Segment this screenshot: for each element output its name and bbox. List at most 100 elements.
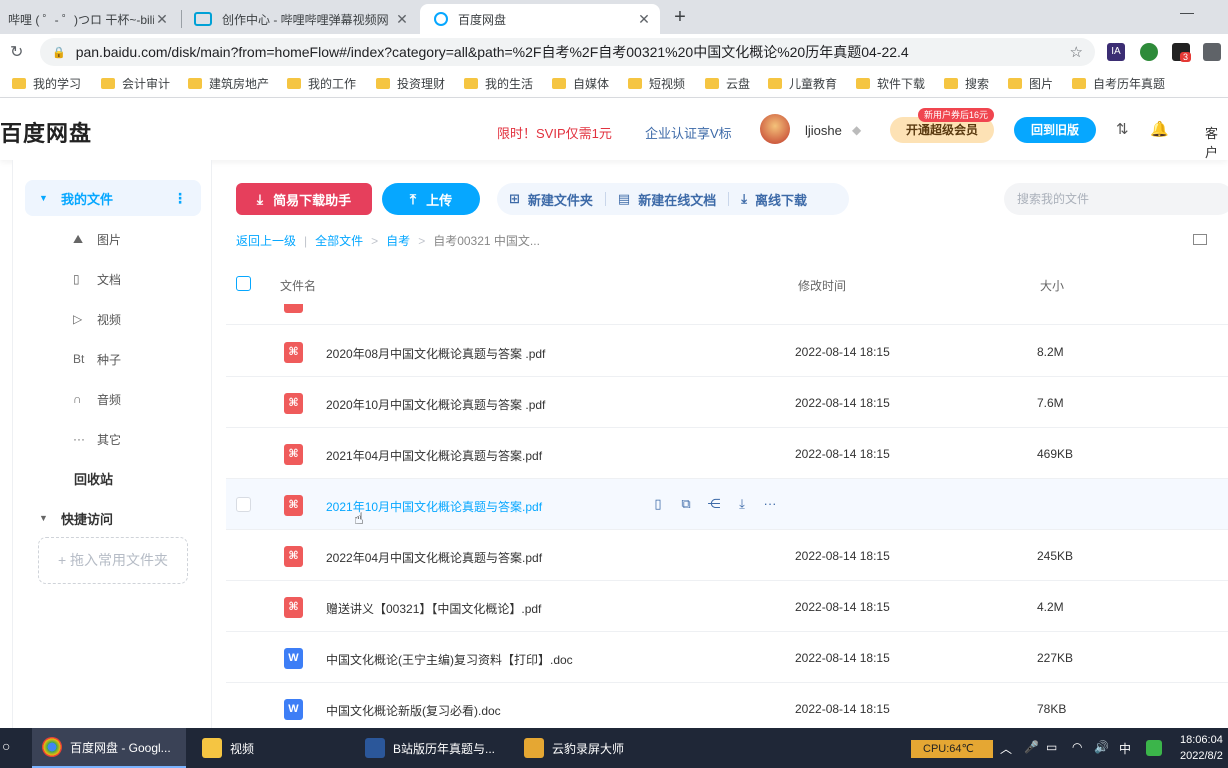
download-helper-button[interactable]: ⤓ 简易下载助手 [236,183,372,215]
new-online-doc-button[interactable]: ▤ 新建在线文档 [606,190,728,209]
share-link-icon[interactable]: ⧉ [679,496,693,512]
username[interactable]: ljioshe [805,123,842,138]
row-checkbox[interactable] [236,497,251,512]
sidebar-item-documents[interactable]: ▯ 文档 [73,269,121,289]
sidebar-item-my-files[interactable]: ▼ 我的文件 ⋮ [25,180,201,216]
grid-view-icon[interactable] [1193,234,1207,245]
bookmark-folder[interactable]: 短视频 [628,75,685,92]
drop-folder-zone[interactable]: + 拖入常用文件夹 [38,537,188,584]
sidebar-item-label: 回收站 [74,471,114,487]
column-header-size[interactable]: 大小 [1040,277,1064,294]
svip-promo-link[interactable]: 限时！SVIP仅需1元 [497,123,612,142]
extensions-puzzle-icon[interactable] [1203,43,1221,61]
file-name[interactable]: 中国文化概论(王宁主编)复习资料【打印】.doc [326,651,573,668]
bookmark-folder[interactable]: 软件下载 [856,75,925,92]
taskbar-word[interactable]: B站版历年真题与... [365,728,495,768]
search-input[interactable]: 搜索我的文件 [1004,183,1228,215]
bookmark-folder[interactable]: 自媒体 [552,75,609,92]
tab-bilibili[interactable]: 哔哩 ( ゜- ゜)つロ 干杯~-bilil ✕ [0,4,178,34]
minimize-button[interactable]: — [1180,4,1194,20]
reload-icon[interactable]: ↻ [10,42,23,62]
bookmark-folder[interactable]: 建筑房地产 [188,75,269,92]
table-row[interactable]: ⌘ 2021年10月中国文化概论真题与答案.pdf ▯ ⧉ ⋲ ⤓ ··· [226,479,1228,530]
bookmark-folder[interactable]: 我的学习 [12,75,81,92]
tab-close-icon[interactable]: ✕ [394,11,410,28]
bookmark-folder[interactable]: 搜索 [944,75,989,92]
table-row[interactable]: ⌘ 2022年04月中国文化概论真题与答案.pdf 2022-08-14 18:… [226,530,1228,581]
file-name[interactable]: 2020年10月中国文化概论真题与答案 .pdf [326,396,545,413]
file-name[interactable]: 中国文化概论新版(复习必看).doc [326,702,501,719]
bell-icon[interactable]: 🔔 [1150,120,1169,138]
bookmark-folder[interactable]: 自考历年真题 [1072,75,1165,92]
clock-date: 2022/8/2 [1180,750,1223,762]
bookmark-star-icon[interactable]: ☆ [1070,43,1083,61]
more-icon[interactable]: ··· [763,496,777,512]
sidebar-item-quick-access[interactable]: ▼ 快捷访问 [25,500,201,536]
table-row[interactable]: ⌘ 2020年08月中国文化概论真题与答案 .pdf 2022-08-14 18… [226,326,1228,377]
transfer-icon[interactable]: ⇅ [1116,120,1129,138]
file-name[interactable]: 2020年08月中国文化概论真题与答案 .pdf [326,345,545,362]
extension-ia-icon[interactable]: IA [1107,43,1125,61]
column-header-modified[interactable]: 修改时间 [798,277,846,294]
wifi-icon[interactable]: ◠ [1072,740,1082,754]
sidebar-item-images[interactable]: ⛰ 图片 [73,229,121,249]
bookmark-folder[interactable]: 我的生活 [464,75,533,92]
bookmark-folder[interactable]: 图片 [1008,75,1053,92]
taskbar-recorder[interactable]: 云豹录屏大师 [524,728,624,768]
upload-button[interactable]: ⤒ 上传 [382,183,480,215]
more-vertical-icon[interactable]: ⋮ [173,190,187,207]
download-icon[interactable]: ⤓ [735,496,749,512]
sidebar-item-torrents[interactable]: Bt 种子 [73,349,121,369]
enterprise-link[interactable]: 企业认证享V标 [645,123,732,142]
volume-icon[interactable]: 🔊 [1094,740,1109,754]
input-method-icon[interactable] [1146,740,1162,756]
share-icon[interactable]: ⋲ [707,496,721,512]
extension-globe-icon[interactable] [1140,43,1158,61]
table-row[interactable]: ⌘ 赠送讲义【00321】【中国文化概论】.pdf 2022-08-14 18:… [226,581,1228,632]
system-clock[interactable]: 18:06:04 2022/8/2 [1180,732,1223,764]
avatar[interactable] [760,114,790,144]
breadcrumb-all-files[interactable]: 全部文件 [315,232,363,249]
table-row[interactable]: ⌘ 2021年04月中国文化概论真题与答案.pdf 2022-08-14 18:… [226,428,1228,479]
taskbar-chrome[interactable]: 百度网盘 - Googl... [32,728,186,768]
file-name[interactable]: 2021年04月中国文化概论真题与答案.pdf [326,447,542,464]
file-name[interactable]: 赠送讲义【00321】【中国文化概论】.pdf [326,600,541,617]
phone-icon[interactable]: ▯ [651,496,665,512]
tab-close-icon[interactable]: ✕ [154,11,170,28]
image-icon: ⛰ [73,231,84,246]
sidebar-item-other[interactable]: ··· 其它 [73,429,121,449]
client-link[interactable]: 客户 [1205,123,1228,161]
breadcrumb-back[interactable]: 返回上一级 [236,232,296,249]
bookmark-folder[interactable]: 云盘 [705,75,750,92]
table-row[interactable] [226,304,1228,325]
sidebar-item-audio[interactable]: ∩ 音频 [73,389,121,409]
tab-creator-center[interactable]: 创作中心 - 哔哩哔哩弹幕视频网 ✕ [186,4,418,34]
taskbar-explorer[interactable]: 视频 [202,728,254,768]
ime-indicator[interactable]: 中 [1119,740,1131,757]
chevron-up-icon[interactable]: ︿ [1000,740,1012,757]
old-version-button[interactable]: 回到旧版 [1014,117,1096,143]
search-icon[interactable]: ○ [2,738,10,754]
sidebar-item-recycle[interactable]: 回收站 [25,460,201,496]
column-header-name[interactable]: 文件名 [280,277,316,294]
select-all-checkbox[interactable] [236,276,251,291]
app-logo[interactable]: 百度网盘 [0,116,92,148]
offline-download-button[interactable]: ⤓ 离线下载 [729,190,819,209]
file-name[interactable]: 2022年04月中国文化概论真题与答案.pdf [326,549,542,566]
bookmark-folder[interactable]: 儿童教育 [768,75,837,92]
tab-close-icon[interactable]: ✕ [636,11,652,28]
bookmark-folder[interactable]: 我的工作 [287,75,356,92]
address-bar[interactable]: 🔒 pan.baidu.com/disk/main?from=homeFlow#… [40,38,1095,66]
breadcrumb-level1[interactable]: 自考 [386,232,410,249]
microphone-icon[interactable]: 🎤 [1024,740,1039,754]
sidebar-item-videos[interactable]: ▷ 视频 [73,309,121,329]
bookmark-folder[interactable]: 会计审计 [101,75,170,92]
table-row[interactable]: W 中国文化概论新版(复习必看).doc 2022-08-14 18:15 78… [226,683,1228,728]
new-folder-button[interactable]: ⊞ 新建文件夹 [497,190,605,209]
battery-icon[interactable]: ▭ [1046,740,1057,754]
bookmark-folder[interactable]: 投资理财 [376,75,445,92]
new-tab-button[interactable]: + [670,6,690,29]
table-row[interactable]: ⌘ 2020年10月中国文化概论真题与答案 .pdf 2022-08-14 18… [226,377,1228,428]
table-row[interactable]: W 中国文化概论(王宁主编)复习资料【打印】.doc 2022-08-14 18… [226,632,1228,683]
tab-baidu-pan[interactable]: 百度网盘 ✕ [420,4,660,34]
